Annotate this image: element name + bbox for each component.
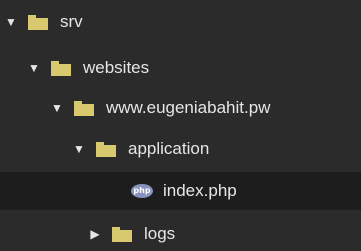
file-tree: ▼ srv ▼ websites ▼ www.eugeniabahit.pw ▼… <box>0 0 361 251</box>
folder-icon <box>112 226 132 242</box>
chevron-down-icon[interactable]: ▼ <box>27 61 41 75</box>
tree-item-application[interactable]: ▼ application <box>0 131 361 167</box>
tree-item-logs[interactable]: ▶ logs <box>0 216 361 251</box>
chevron-down-icon[interactable]: ▼ <box>4 15 18 29</box>
tree-item-index-php[interactable]: php index.php <box>0 172 361 210</box>
tree-item-label: index.php <box>163 181 237 200</box>
tree-item-srv[interactable]: ▼ srv <box>0 4 361 40</box>
tree-item-label: logs <box>144 224 176 243</box>
php-file-icon: php <box>131 184 153 198</box>
tree-item-www-eugeniabahit-pw[interactable]: ▼ www.eugeniabahit.pw <box>0 90 361 126</box>
tree-item-websites[interactable]: ▼ websites <box>0 50 361 86</box>
tree-item-label: application <box>128 139 210 158</box>
tree-item-label: www.eugeniabahit.pw <box>106 98 271 117</box>
tree-item-label: websites <box>83 58 150 77</box>
chevron-down-icon[interactable]: ▼ <box>72 142 86 156</box>
folder-icon <box>28 14 48 30</box>
folder-icon <box>96 141 116 157</box>
tree-item-label: srv <box>60 12 83 31</box>
folder-icon <box>74 100 94 116</box>
chevron-right-icon[interactable]: ▶ <box>88 227 102 241</box>
chevron-down-icon[interactable]: ▼ <box>50 101 64 115</box>
folder-icon <box>51 60 71 76</box>
